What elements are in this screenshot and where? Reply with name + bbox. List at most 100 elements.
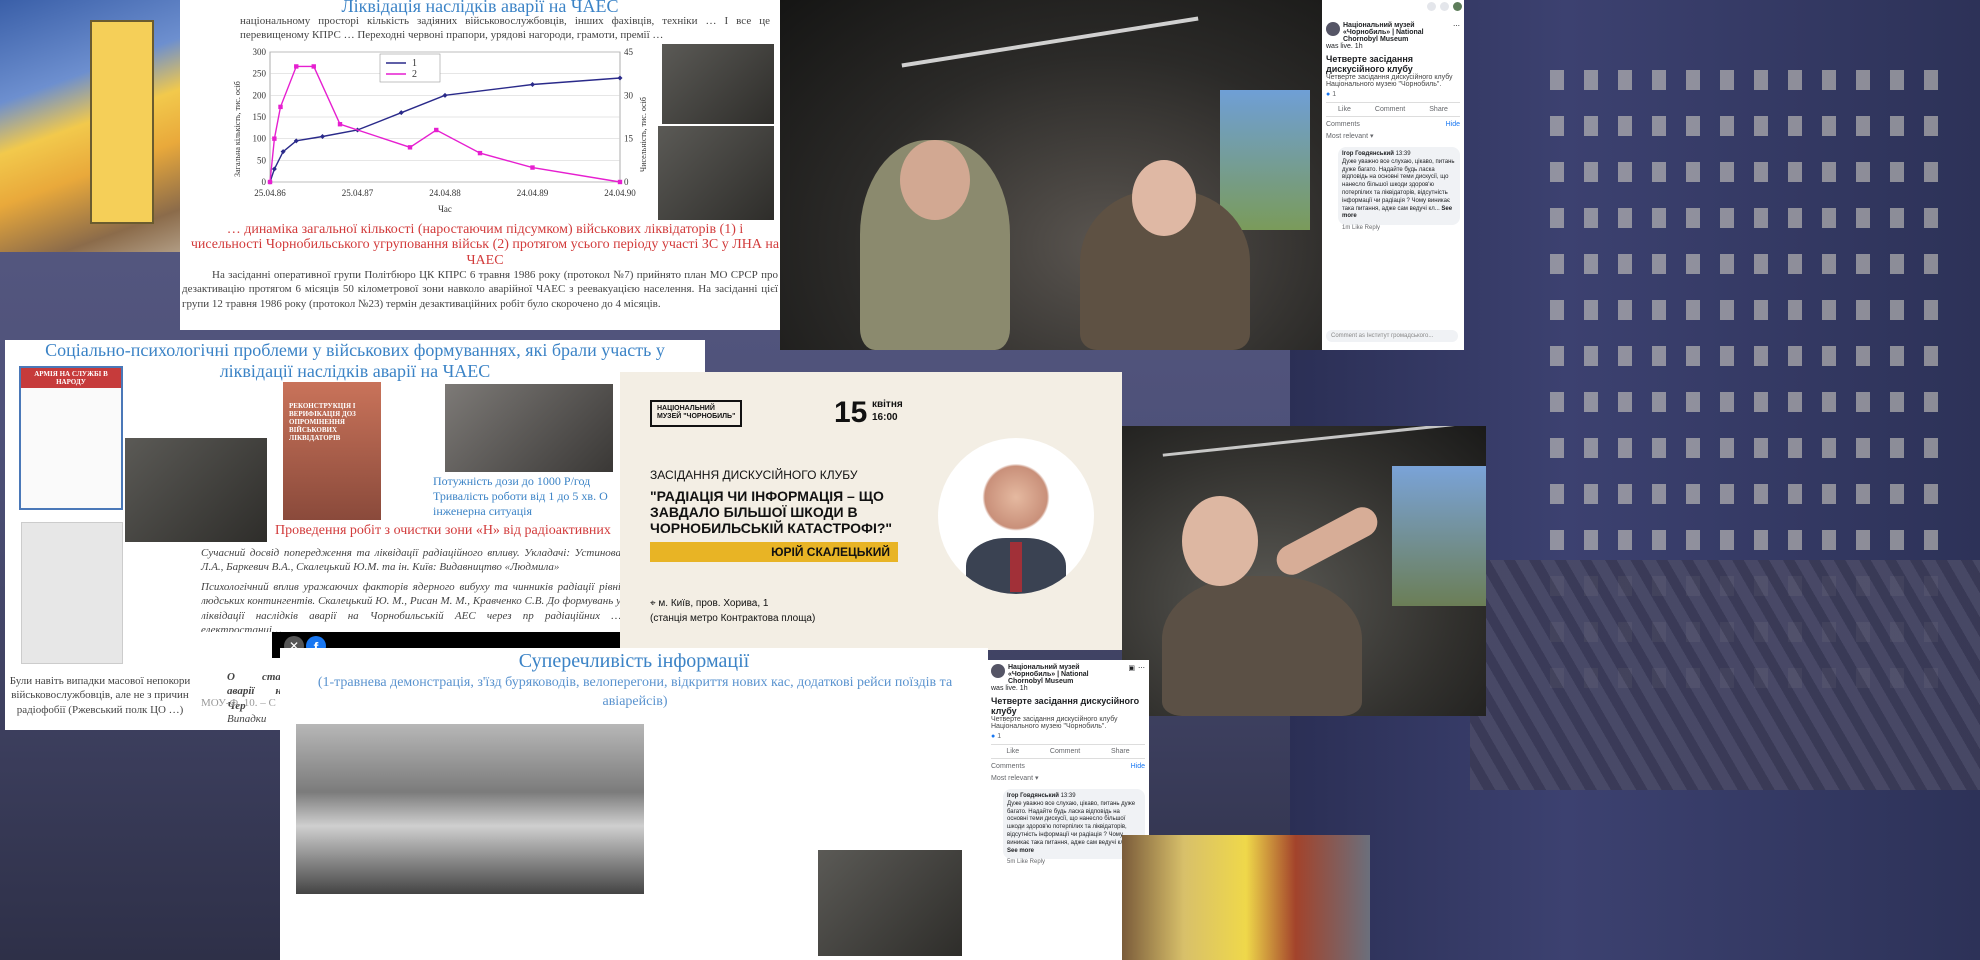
slide3-title: Суперечливість інформації xyxy=(518,650,750,672)
building-window xyxy=(1550,530,1564,550)
more-icon[interactable]: ⋯ xyxy=(1453,22,1460,43)
building-window xyxy=(1890,300,1904,320)
engineering-situation: інженерна ситуація xyxy=(433,504,532,518)
comments-label-2: Comments xyxy=(991,763,1025,770)
fb-actions: Like Comment Share xyxy=(1326,102,1460,117)
y-right-tick-label: 15 xyxy=(624,134,634,144)
series-point-1 xyxy=(530,82,535,87)
speaker-thumbnail-1[interactable] xyxy=(662,44,774,124)
building-window xyxy=(1686,208,1700,228)
slide1-caption: … динаміка загальної кількості (наростаю… xyxy=(190,222,780,268)
building-window xyxy=(1822,254,1836,274)
building-window xyxy=(1550,70,1564,90)
hide-comments-button[interactable]: Hide xyxy=(1446,121,1460,128)
building-window xyxy=(1652,208,1666,228)
comment-time: 13:39 xyxy=(1395,151,1411,157)
page-avatar[interactable] xyxy=(1326,22,1340,36)
building-window xyxy=(1720,208,1734,228)
building-window xyxy=(1924,70,1938,90)
fb-page-name-2[interactable]: Національний музей «Чорнобиль» | Nationa… xyxy=(1008,664,1125,685)
fb-reaction-count-2[interactable]: 1 xyxy=(997,733,1001,740)
building-window xyxy=(1618,438,1632,458)
building-window xyxy=(1652,300,1666,320)
like-button[interactable]: Like xyxy=(1338,106,1351,113)
sort-dropdown-2[interactable]: Most relevant ▾ xyxy=(991,774,1145,782)
work-duration: Тривалість роботи від 1 до 5 хв. О xyxy=(433,489,608,503)
series-point-2 xyxy=(530,165,535,170)
share-button-2[interactable]: Share xyxy=(1111,748,1130,755)
portrait-tie xyxy=(1010,542,1022,592)
building-window xyxy=(1822,116,1836,136)
comment-text-2: Дуже уважно все слухаю, цікаво, питань д… xyxy=(1007,800,1136,846)
hide-comments-button-2[interactable]: Hide xyxy=(1131,763,1145,770)
save-icon[interactable]: ▣ xyxy=(1128,664,1135,685)
messenger-icon[interactable] xyxy=(1427,2,1436,11)
building-window xyxy=(1720,300,1734,320)
building-window xyxy=(1856,300,1870,320)
building-window xyxy=(1924,484,1938,504)
building-window xyxy=(1924,162,1938,182)
building-window xyxy=(1652,346,1666,366)
sort-dropdown[interactable]: Most relevant ▾ xyxy=(1326,132,1460,140)
speaker-thumbnail-3[interactable] xyxy=(125,438,267,542)
building-window xyxy=(1788,208,1802,228)
see-more-link-2[interactable]: See more xyxy=(1007,848,1034,854)
building-window xyxy=(1584,346,1598,366)
series-point-2 xyxy=(294,64,299,69)
building-window xyxy=(1822,208,1836,228)
building-window xyxy=(1618,300,1632,320)
building-window xyxy=(1788,438,1802,458)
building-window xyxy=(1856,484,1870,504)
building-window xyxy=(1890,254,1904,274)
fb-post-title: Четверте засідання дискусійного клубу xyxy=(1326,54,1414,74)
commenter-name[interactable]: Ігор Говдянський xyxy=(1342,151,1394,157)
event-club: ЗАСІДАННЯ ДИСКУСІЙНОГО КЛУБУ xyxy=(650,468,858,482)
building-window xyxy=(1822,392,1836,412)
comment-button-2[interactable]: Comment xyxy=(1050,748,1080,755)
x-axis-label: Час xyxy=(438,204,452,214)
fb-post-time[interactable]: 1h xyxy=(1355,43,1363,50)
series-point-2 xyxy=(337,122,343,127)
building-window xyxy=(1924,438,1938,458)
building-window xyxy=(1550,484,1564,504)
building-window xyxy=(1754,438,1768,458)
speaker-thumbnail-4[interactable] xyxy=(818,850,962,956)
legend-box xyxy=(379,53,441,83)
video-stream-main[interactable] xyxy=(780,0,1322,350)
building-window xyxy=(1584,116,1598,136)
building-window xyxy=(1618,484,1632,504)
building-window xyxy=(1754,484,1768,504)
fb-page-name[interactable]: Національний музей «Чорнобиль» | Nationa… xyxy=(1343,22,1450,43)
fb-post-time-2[interactable]: 1h xyxy=(1020,685,1028,692)
building-window xyxy=(1822,530,1836,550)
avatar[interactable] xyxy=(1453,2,1462,11)
building-window xyxy=(1686,484,1700,504)
fb-reaction-count[interactable]: 1 xyxy=(1332,91,1336,98)
speaker-thumbnail-2[interactable] xyxy=(658,126,774,220)
building-window xyxy=(1720,116,1734,136)
like-count-icon: ● xyxy=(1326,91,1331,98)
series-point-1 xyxy=(398,110,404,116)
building-window xyxy=(1686,162,1700,182)
notifications-icon[interactable] xyxy=(1440,2,1449,11)
y-right-tick-label: 45 xyxy=(624,47,634,57)
building-window xyxy=(1720,438,1734,458)
slide3-subtitle: (1-травнева демонстрація, з'їзд буряково… xyxy=(317,675,953,709)
commenter-name-2[interactable]: Ігор Говдянський xyxy=(1007,793,1059,799)
event-address: ⌖ м. Київ, пров. Хорива, 1 (станція метр… xyxy=(650,597,815,626)
comment-reply-row[interactable]: 1m Like Reply xyxy=(1342,225,1464,231)
like-button-2[interactable]: Like xyxy=(1006,748,1019,755)
comment-button[interactable]: Comment xyxy=(1375,106,1405,113)
fb-live-status: was live. xyxy=(1326,43,1353,50)
building-window xyxy=(1584,70,1598,90)
comment-input[interactable]: Comment as Інститут громадського... xyxy=(1326,330,1458,342)
x-tick-label: 24.04.88 xyxy=(429,188,461,198)
x-tick-label: 25.04.86 xyxy=(254,188,286,198)
building-window xyxy=(1686,70,1700,90)
building-window xyxy=(1584,392,1598,412)
page-avatar-2[interactable] xyxy=(991,664,1005,678)
series-point-1 xyxy=(617,75,623,81)
video-stream-speaker[interactable] xyxy=(1122,426,1486,716)
more-icon-2[interactable]: ⋯ xyxy=(1138,664,1145,685)
share-button[interactable]: Share xyxy=(1429,106,1448,113)
